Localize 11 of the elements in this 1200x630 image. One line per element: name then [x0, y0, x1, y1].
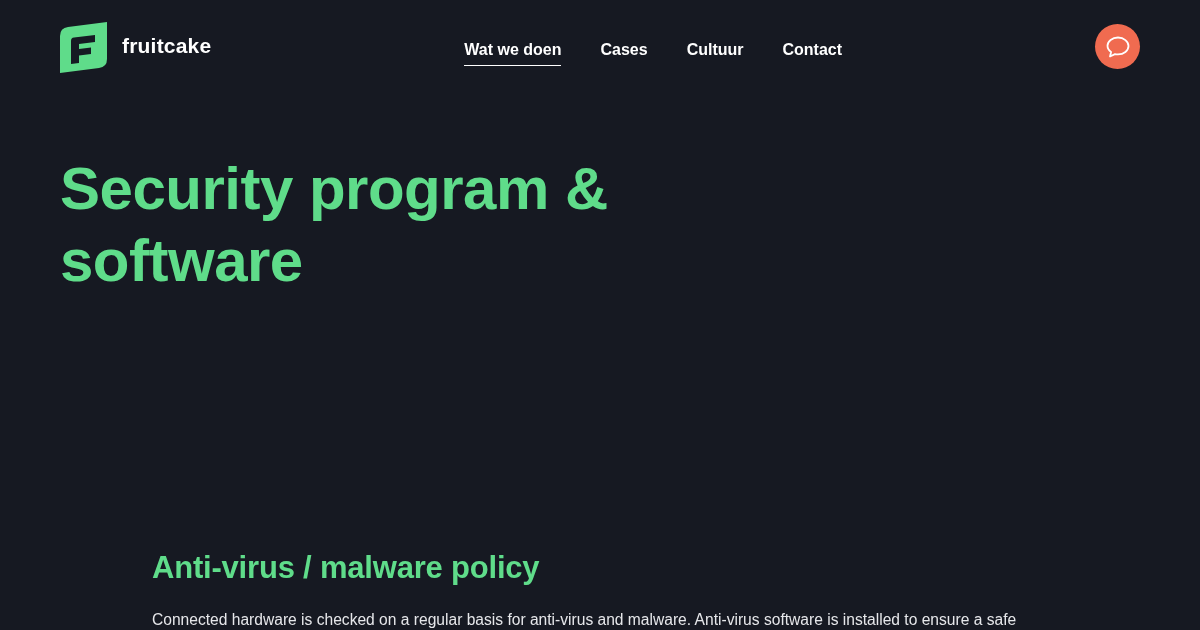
- logo-icon[interactable]: [60, 22, 107, 73]
- body-text: Connected hardware is checked on a regular basis for anti-virus and malware. Anti-virus software is installed to ensure a safe: [152, 610, 1018, 630]
- nav-link[interactable]: Cases: [600, 35, 648, 66]
- brand-name[interactable]: fruitcake: [122, 33, 212, 58]
- page-title: Security program & software: [60, 154, 609, 296]
- nav-link[interactable]: Wat we doen: [464, 35, 562, 66]
- chat-icon: [1105, 35, 1130, 58]
- nav-link[interactable]: Cultuur: [686, 35, 744, 66]
- section-heading: Anti-virus / malware policy: [152, 549, 541, 587]
- nav-link[interactable]: Contact: [782, 35, 843, 66]
- chat-button[interactable]: [1095, 24, 1140, 69]
